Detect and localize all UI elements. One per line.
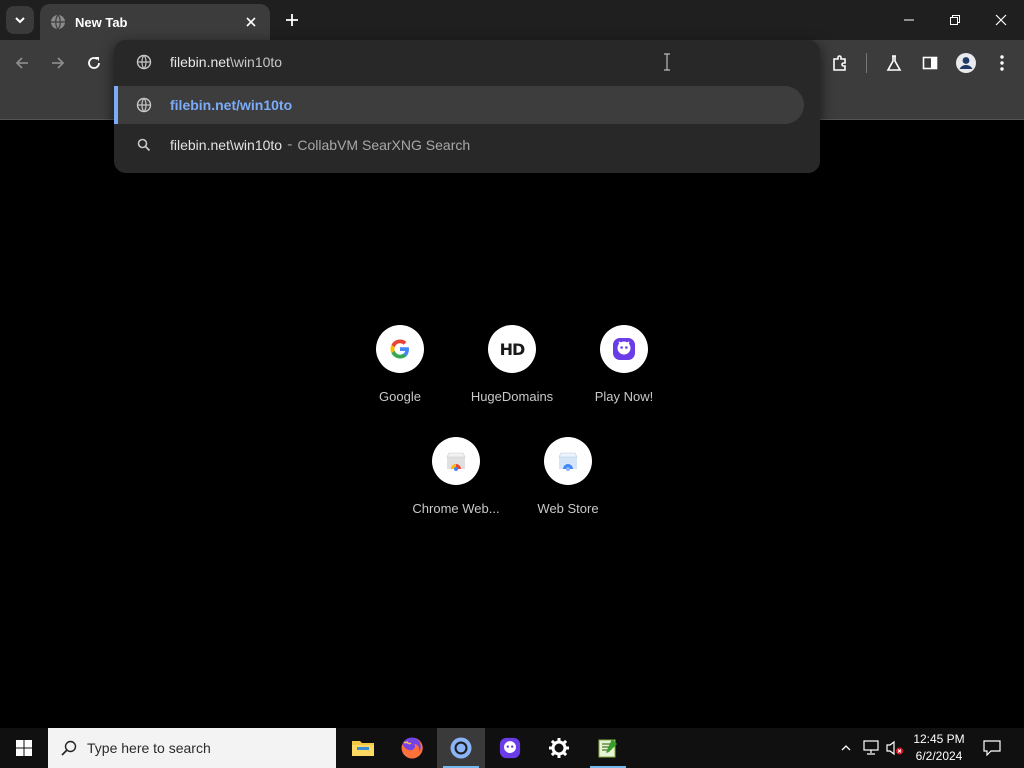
- shortcut-google[interactable]: Google: [344, 325, 456, 425]
- tab-title: New Tab: [75, 14, 128, 30]
- notification-icon: [983, 740, 1001, 756]
- taskbar-settings[interactable]: [535, 728, 583, 768]
- tray-show-hidden-button[interactable]: [836, 738, 856, 758]
- taskbar-clock[interactable]: 12:45 PM 6/2/2024: [906, 731, 972, 765]
- globe-icon: [50, 14, 66, 30]
- address-path: \win10to: [229, 54, 283, 70]
- close-icon: [995, 14, 1007, 26]
- shortcut-chrome-web-store[interactable]: Chrome Web...: [400, 437, 512, 537]
- notepad-icon: [598, 739, 617, 758]
- toolbar-separator: [866, 53, 867, 73]
- profile-button[interactable]: [953, 50, 979, 76]
- address-text: filebin.net\win10to: [170, 54, 282, 70]
- shortcut-play-now[interactable]: Play Now!: [568, 325, 680, 425]
- plus-icon: [286, 14, 298, 26]
- extensions-button[interactable]: [827, 50, 853, 76]
- tab-close-button[interactable]: [242, 13, 260, 31]
- chrome-icon: [450, 737, 472, 759]
- shortcut-label: Web Store: [537, 501, 599, 516]
- taskbar-firefox[interactable]: [388, 728, 436, 768]
- omnibox-dropdown: filebin.net\win10to filebin.net/win10to …: [114, 40, 820, 173]
- reload-icon: [88, 57, 100, 69]
- web-store-icon: [544, 437, 592, 485]
- network-icon: [863, 740, 879, 755]
- search-icon: [60, 739, 78, 757]
- minimize-button[interactable]: [886, 0, 932, 40]
- text-cursor-icon: [664, 53, 670, 71]
- puzzle-icon: [833, 55, 846, 71]
- play-now-icon: [600, 325, 648, 373]
- chrome-web-store-icon: [432, 437, 480, 485]
- arrow-left-icon: [15, 57, 28, 69]
- labs-button[interactable]: [881, 50, 907, 76]
- clock-time: 12:45 PM: [913, 732, 965, 746]
- folder-icon: [352, 741, 374, 756]
- back-button[interactable]: [9, 50, 35, 76]
- google-icon: [376, 325, 424, 373]
- close-icon: [246, 17, 256, 27]
- shortcut-label: Chrome Web...: [412, 501, 500, 516]
- restore-icon: [950, 15, 960, 25]
- new-tab-button[interactable]: [280, 8, 304, 32]
- forward-button[interactable]: [45, 50, 71, 76]
- search-icon: [136, 137, 152, 153]
- hugedomains-icon: HD: [488, 325, 536, 373]
- clock-date: 6/2/2024: [915, 749, 963, 763]
- shortcut-hugedomains[interactable]: HD HugeDomains: [456, 325, 568, 425]
- suggestion-url[interactable]: filebin.net/win10to: [114, 86, 804, 124]
- side-panel-button[interactable]: [917, 50, 943, 76]
- firefox-icon: [401, 737, 423, 759]
- suggestion-url-text: filebin.net/win10to: [170, 97, 293, 113]
- shortcut-web-store[interactable]: Web Store: [512, 437, 624, 537]
- globe-icon: [136, 97, 152, 113]
- suggestion-separator: -: [287, 136, 293, 153]
- suggestion-search-query: filebin.net\win10to: [170, 137, 283, 153]
- shortcut-label: Play Now!: [594, 389, 654, 404]
- chevron-up-icon: [841, 745, 851, 751]
- gear-icon: [549, 738, 569, 758]
- taskbar-play-now[interactable]: [486, 728, 534, 768]
- title-bar: New Tab: [0, 0, 1024, 40]
- address-host: filebin.net: [170, 54, 230, 70]
- suggestion-search[interactable]: filebin.net\win10to - CollabVM SearXNG S…: [114, 126, 804, 164]
- flask-icon: [886, 55, 902, 71]
- taskbar-search-placeholder: Type here to search: [87, 740, 211, 756]
- taskbar: Type here to search 12:45 PM 6/2/2024: [0, 728, 1024, 768]
- avatar-icon: [956, 53, 976, 73]
- windows-icon: [16, 740, 32, 756]
- taskbar-chrome[interactable]: [437, 728, 485, 768]
- taskbar-search-box[interactable]: Type here to search: [48, 728, 336, 768]
- volume-muted-icon: [886, 740, 903, 756]
- side-panel-icon: [922, 56, 938, 70]
- tab-search-button[interactable]: [6, 6, 34, 34]
- minimize-icon: [904, 19, 914, 21]
- hugedomains-logo-text: HD: [499, 339, 526, 359]
- arrow-right-icon: [52, 57, 65, 69]
- tray-volume-button[interactable]: [885, 738, 905, 758]
- globe-icon: [136, 54, 152, 70]
- suggestion-search-engine: CollabVM SearXNG Search: [297, 137, 471, 153]
- more-vertical-icon: [1000, 55, 1004, 71]
- notification-center-button[interactable]: [978, 728, 1006, 768]
- restore-button[interactable]: [932, 0, 978, 40]
- tray-network-button[interactable]: [861, 738, 881, 758]
- taskbar-file-explorer[interactable]: [339, 728, 387, 768]
- chevron-down-icon: [15, 17, 25, 24]
- start-button[interactable]: [0, 728, 48, 768]
- play-now-icon: [499, 737, 521, 759]
- menu-button[interactable]: [989, 50, 1015, 76]
- address-bar-input[interactable]: filebin.net\win10to: [114, 40, 820, 84]
- shortcut-label: HugeDomains: [470, 389, 554, 404]
- close-window-button[interactable]: [978, 0, 1024, 40]
- tab-new-tab[interactable]: New Tab: [40, 4, 270, 40]
- reload-button[interactable]: [81, 50, 107, 76]
- shortcut-label: Google: [379, 389, 421, 404]
- taskbar-notepad[interactable]: [584, 728, 632, 768]
